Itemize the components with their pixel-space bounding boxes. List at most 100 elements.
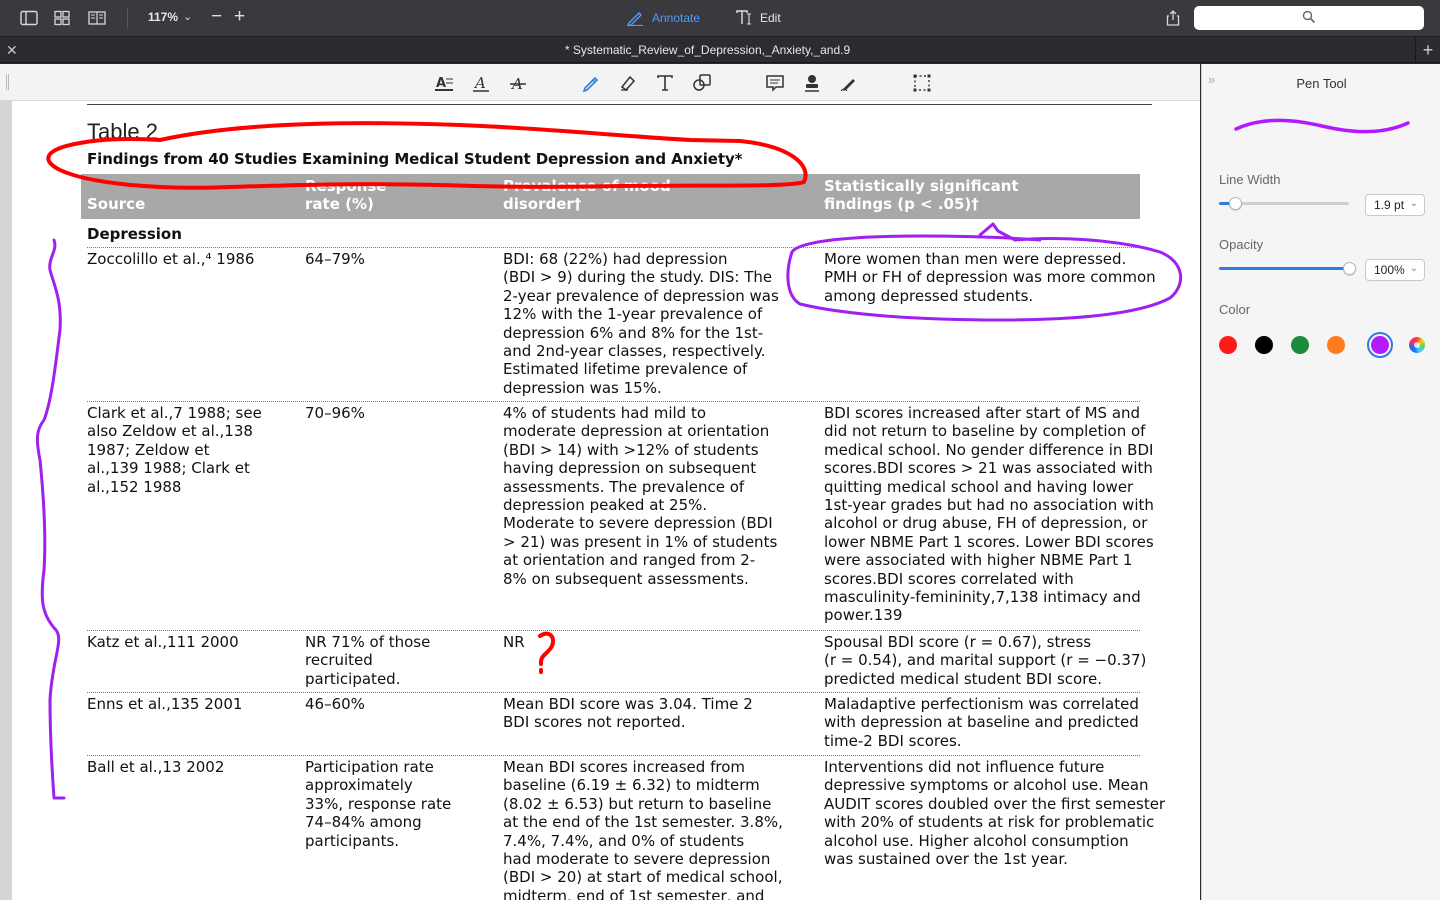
inspector-panel: » Pen Tool Line Width 1.9 pt ⌄ Opacity 1… [1201,64,1440,900]
table-header: Source Response rate (%) Prevalence of m… [81,174,1140,219]
cell-source: Katz et al.,111 2000 [87,633,239,651]
cell-findings: Maladaptive perfectionism was correlated [824,695,1139,713]
cell-findings: masculinity-femininity,7,138 intimacy an… [824,588,1141,606]
chevron-down-icon[interactable]: ⌄ [183,10,192,23]
cell-findings: scores.BDI scores > 21 was associated wi… [824,459,1153,478]
signature-icon[interactable] [838,72,860,94]
cell-findings: Interventions did not influence future [824,758,1105,776]
cell-prevalence: (8.02 ± 6.53) but return to baseline [503,794,772,813]
cell-findings: 1st-year grades but had no association w… [824,496,1154,514]
cell-rate: Participation rate [305,758,434,776]
zoom-level[interactable]: 117% [148,10,178,24]
row-divider [87,630,1140,631]
cell-prevalence: 2-year prevalence of depression was [503,286,779,305]
row-divider [87,692,1140,693]
svg-text:A: A [436,76,446,91]
search-field[interactable] [1194,6,1424,30]
cell-prevalence: at the end of the 1st semester. 3.8%, [503,813,783,832]
cell-findings: among depressed students. [824,286,1034,305]
grid-view-icon[interactable] [52,9,72,27]
edit-mode-button[interactable]: Edit [736,10,781,26]
color-picker-icon[interactable] [1409,337,1425,353]
strikethrough-icon[interactable]: A [507,72,529,94]
share-icon[interactable] [1163,9,1183,27]
cell-prevalence: depression 6% and 8% for the 1st- [503,323,764,342]
shapes-icon[interactable] [691,72,713,94]
svg-text:A: A [473,74,486,92]
underline-icon[interactable]: A [470,72,492,94]
line-width-dropdown[interactable]: 1.9 pt ⌄ [1365,194,1425,216]
eraser-icon[interactable] [617,72,639,94]
cell-prevalence: 8% on subsequent assessments. [503,569,749,588]
color-swatch[interactable] [1327,336,1345,354]
color-swatch[interactable] [1219,336,1237,354]
zoom-in-button[interactable]: + [234,6,245,28]
cell-prevalence: had moderate to severe depression [503,850,771,868]
pen-tool-icon[interactable] [580,72,602,94]
cell-rate: approximately [305,776,413,795]
cell-source: Enns et al.,135 2001 [87,695,243,713]
document-viewer[interactable]: Table 2 Findings from 40 Studies Examini… [0,101,1200,900]
opacity-value: 100% [1374,263,1405,277]
table-caption: Findings from 40 Studies Examining Medic… [87,150,743,168]
selection-icon[interactable] [911,72,933,94]
pen-icon [627,12,643,26]
cell-rate: 70–96% [305,404,365,422]
cell-findings: time-2 BDI scores. [824,731,962,750]
opacity-knob[interactable] [1343,262,1356,275]
text-tool-icon[interactable] [654,72,676,94]
text-cursor-icon [736,10,751,25]
annotate-mode-button[interactable]: Annotate [626,10,700,26]
cell-rate: 33%, response rate [305,794,452,813]
cell-source: al.,139 1988; Clark et [87,459,250,478]
annotation-toolbar: A A A [0,64,1200,101]
cell-findings: AUDIT scores doubled over the first seme… [824,794,1166,813]
cell-source: also Zeldow et al.,138 [87,422,253,441]
line-width-slider[interactable] [1219,197,1349,210]
cell-findings: alcohol or drug abuse, FH of depression,… [824,514,1148,533]
cell-findings: alcohol use. Higher alcohol consumption [824,831,1129,850]
header-findings-1: Statistically significant [824,177,1019,195]
cell-findings: power.139 [824,606,903,625]
color-swatch[interactable] [1367,332,1393,358]
header-prevalence-1: Prevalence of mood [503,177,671,195]
cell-prevalence: Estimated lifetime prevalence of [503,360,748,379]
color-swatch[interactable] [1255,336,1273,354]
cell-prevalence: (BDI > 20) at start of medical school, [503,868,783,887]
line-width-knob[interactable] [1228,197,1242,210]
cell-prevalence: NR [503,633,525,651]
annotate-label: Annotate [652,11,701,25]
toolbar-grip[interactable] [6,74,9,90]
cell-findings: with 20% of students at risk for problem… [824,813,1155,832]
text-highlight-icon[interactable]: A [433,72,455,94]
stamp-icon[interactable] [801,72,823,94]
cell-prevalence: assessments. The prevalence of [503,477,745,496]
cell-prevalence: BDI: 68 (22%) had depression [503,250,728,268]
opacity-slider[interactable] [1219,262,1356,275]
reader-view-icon[interactable] [87,9,107,27]
cell-prevalence: moderate depression at orientation [503,422,770,441]
zoom-out-button[interactable]: − [211,6,222,28]
cell-source: al.,152 1988 [87,477,182,496]
opacity-dropdown[interactable]: 100% ⌄ [1365,259,1425,281]
opacity-label: Opacity [1219,237,1264,252]
chevron-down-icon: ⌄ [1409,198,1418,209]
sidebar-toggle-icon[interactable] [19,9,39,27]
main-toolbar: 117% ⌄ − + Annotate Edit [0,0,1440,37]
cell-rate: 74–84% among [305,813,422,832]
note-comment-icon[interactable] [764,72,786,94]
cell-source: 1987; Zeldow et [87,440,210,459]
opacity-fill [1219,267,1349,270]
cell-findings: Spousal BDI score (r = 0.67), stress [824,633,1092,651]
cell-findings: PMH or FH of depression was more common [824,268,1156,287]
color-swatch[interactable] [1291,336,1309,354]
cell-prevalence: and 2nd-year classes, respectively. [503,342,766,360]
tab-title[interactable]: * Systematic_Review_of_Depression,_Anxie… [0,43,1415,57]
new-tab-button[interactable]: + [1415,38,1440,63]
chevron-down-icon: ⌄ [1409,263,1418,274]
section-label: Depression [87,225,182,243]
pdf-page[interactable]: Table 2 Findings from 40 Studies Examini… [12,101,1200,900]
cell-findings: was sustained over the 1st year. [824,850,1068,868]
search-icon [1302,10,1316,24]
cell-rate: 64–79% [305,250,365,268]
